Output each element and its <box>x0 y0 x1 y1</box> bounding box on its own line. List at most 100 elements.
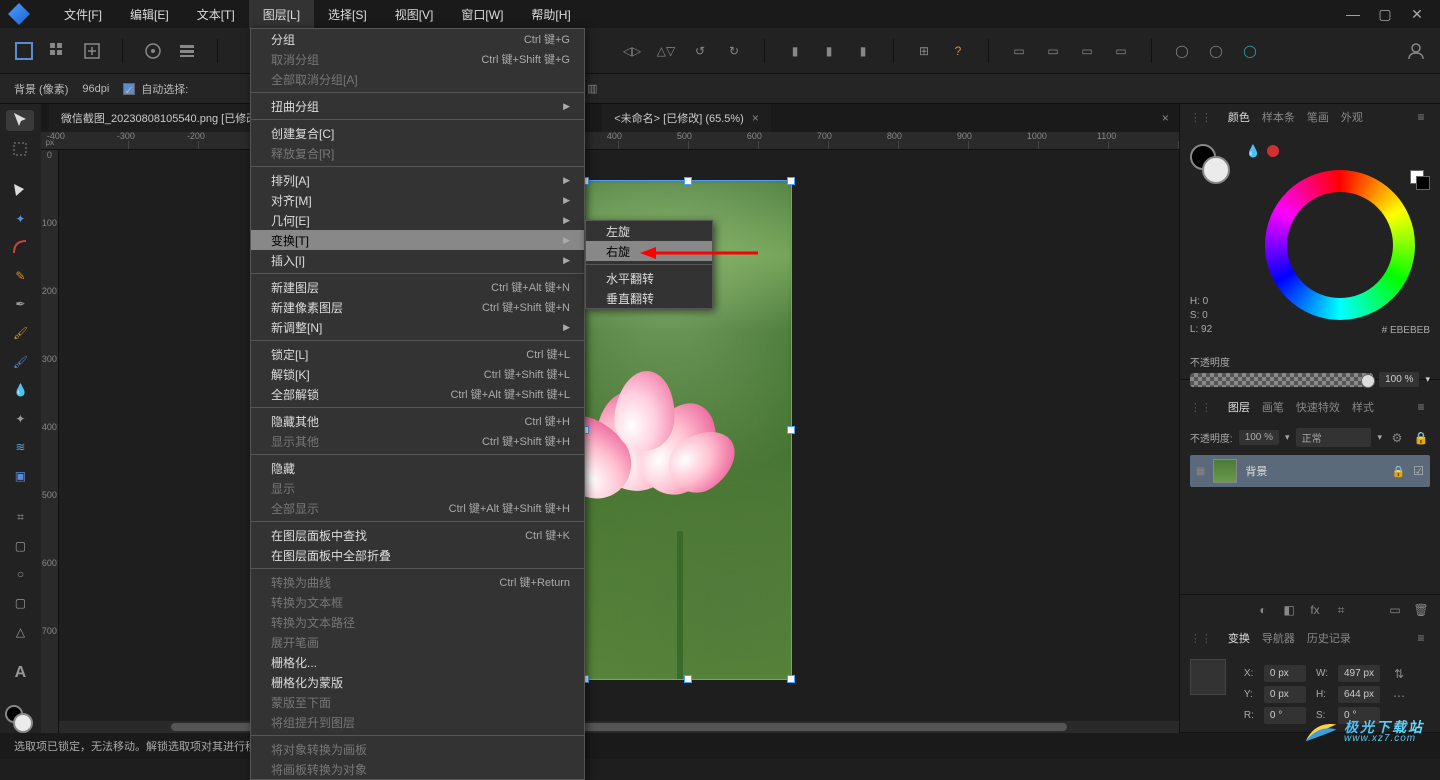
link-dims-icon[interactable]: ⇅ <box>1390 665 1408 683</box>
layer-visibility-icon[interactable]: ☑ <box>1413 464 1424 478</box>
menu-view[interactable]: 视图[V] <box>381 0 448 29</box>
tab-layers[interactable]: 图层 <box>1228 399 1250 415</box>
grip-icon[interactable]: ⋮⋮ <box>1190 632 1212 645</box>
grip-icon[interactable]: ⋮⋮ <box>1190 111 1212 124</box>
tab-effects[interactable]: 快速特效 <box>1296 399 1340 415</box>
tab-swatches[interactable]: 样本条 <box>1262 109 1295 125</box>
menu-row[interactable]: 新建像素图层Ctrl 键+Shift 键+N <box>251 297 584 317</box>
gear-icon[interactable]: ⚙ <box>1388 429 1406 447</box>
place-image-icon[interactable]: ▣ <box>6 466 34 487</box>
rotate-cw-icon[interactable]: ↻ <box>722 39 746 63</box>
layer-lock-icon[interactable]: 🔒 <box>1392 465 1406 478</box>
w-value[interactable]: 497 px <box>1338 665 1380 682</box>
submenu-row[interactable]: 垂直翻转 <box>586 288 712 308</box>
menu-row[interactable]: 栅格化为蒙版 <box>251 672 584 692</box>
resize-handle[interactable] <box>787 177 795 185</box>
align-left-icon[interactable]: ▮ <box>783 39 807 63</box>
move-tool-icon[interactable] <box>6 110 34 131</box>
mask-icon[interactable]: ◐ <box>1254 601 1272 619</box>
rounded-rect-icon[interactable]: ▢ <box>6 593 34 614</box>
menu-row[interactable]: 栅格化... <box>251 652 584 672</box>
menu-row[interactable]: 变换[T]▶ <box>251 230 584 250</box>
menu-text[interactable]: 文本[T] <box>183 0 249 29</box>
menu-row[interactable]: 锁定[L]Ctrl 键+L <box>251 344 584 364</box>
close-icon[interactable]: ✕ <box>1410 7 1424 21</box>
resize-handle[interactable] <box>787 426 795 434</box>
menu-row[interactable]: 对齐[M]▶ <box>251 190 584 210</box>
menu-row[interactable]: 在图层面板中全部折叠 <box>251 545 584 565</box>
tab-styles[interactable]: 样式 <box>1352 399 1374 415</box>
anchor-selector[interactable] <box>1190 659 1226 695</box>
doc-setup-icon[interactable] <box>141 39 165 63</box>
persona-design-icon[interactable] <box>12 39 36 63</box>
menu-help[interactable]: 帮助[H] <box>517 0 584 29</box>
y-value[interactable]: 0 px <box>1264 686 1306 703</box>
account-icon[interactable] <box>1404 39 1428 63</box>
dropdown-icon[interactable]: ▾ <box>1377 432 1382 443</box>
tabs-close-all-icon[interactable]: × <box>1162 111 1179 125</box>
r-value[interactable]: 0 ° <box>1264 707 1306 724</box>
ctx-auto-select[interactable]: ✓ 自动选择: <box>123 81 188 97</box>
panel-menu-icon[interactable]: ≡ <box>1412 398 1430 416</box>
boolean-intersect-icon[interactable]: ◯ <box>1238 39 1262 63</box>
pencil-tool-icon[interactable]: ✎ <box>6 265 34 286</box>
artboard-tool-icon[interactable] <box>6 139 34 160</box>
tab-transform[interactable]: 变换 <box>1228 630 1250 646</box>
persona-pixel-icon[interactable] <box>46 39 70 63</box>
align-center-icon[interactable]: ▮ <box>817 39 841 63</box>
menu-row[interactable]: 创建复合[C] <box>251 123 584 143</box>
ctx-dpi[interactable]: 96dpi <box>82 83 109 95</box>
menu-window[interactable]: 窗口[W] <box>447 0 517 29</box>
menu-row[interactable]: 隐藏其他Ctrl 键+H <box>251 411 584 431</box>
h-value[interactable]: 644 px <box>1338 686 1380 703</box>
menu-select[interactable]: 选择[S] <box>314 0 381 29</box>
resize-handle[interactable] <box>684 675 692 683</box>
fx-icon[interactable]: fx <box>1306 601 1324 619</box>
crop-tool-icon[interactable]: ⌗ <box>6 507 34 528</box>
menu-row[interactable]: 解锁[K]Ctrl 键+Shift 键+L <box>251 364 584 384</box>
adjust-icon[interactable]: ◧ <box>1280 601 1298 619</box>
x-value[interactable]: 0 px <box>1264 665 1306 682</box>
menu-row[interactable]: 在图层面板中查找Ctrl 键+K <box>251 525 584 545</box>
tab-close-icon[interactable]: × <box>752 111 759 125</box>
tab-history[interactable]: 历史记录 <box>1307 630 1351 646</box>
tab-stroke[interactable]: 笔画 <box>1307 109 1329 125</box>
tab-color[interactable]: 颜色 <box>1228 109 1250 125</box>
minimize-icon[interactable]: — <box>1346 7 1360 21</box>
resize-handle[interactable] <box>684 177 692 185</box>
ellipse-tool-icon[interactable]: ○ <box>6 564 34 585</box>
snapping-icon[interactable]: ⊞ <box>912 39 936 63</box>
document-tab[interactable]: 微信截图_20230808105540.png [已修改] <box>49 104 272 132</box>
blend-mode-select[interactable]: 正常 <box>1296 428 1372 447</box>
menu-row[interactable]: 几何[E]▶ <box>251 210 584 230</box>
triangle-tool-icon[interactable]: △ <box>6 621 34 642</box>
order-backward-icon[interactable]: ▭ <box>1041 39 1065 63</box>
paint-brush-icon[interactable]: 🖌 <box>6 351 34 372</box>
add-layer-icon[interactable]: ▭ <box>1386 601 1404 619</box>
crop-icon[interactable]: ⌗ <box>1332 601 1350 619</box>
order-front-icon[interactable]: ▭ <box>1109 39 1133 63</box>
hex-readout[interactable]: # EBEBEB <box>1382 325 1430 336</box>
align-right-icon[interactable]: ▮ <box>851 39 875 63</box>
pen-tool-icon[interactable]: ✒ <box>6 294 34 315</box>
menu-file[interactable]: 文件[F] <box>50 0 116 29</box>
more-icon[interactable]: ⋯ <box>1390 687 1408 705</box>
menu-edit[interactable]: 编辑[E] <box>116 0 183 29</box>
dropdown-icon[interactable]: ▾ <box>1425 374 1430 385</box>
delete-layer-icon[interactable]: 🗑 <box>1412 601 1430 619</box>
maximize-icon[interactable]: ▢ <box>1378 7 1392 21</box>
panel-menu-icon[interactable]: ≡ <box>1412 629 1430 647</box>
submenu-row[interactable]: 左旋 <box>586 221 712 241</box>
submenu-row[interactable]: 右旋 <box>586 241 712 261</box>
flip-v-icon[interactable]: △▽ <box>654 39 678 63</box>
menu-row[interactable]: 分组Ctrl 键+G <box>251 29 584 49</box>
text-tool-icon[interactable]: A <box>6 662 34 683</box>
panel-menu-icon[interactable]: ≡ <box>1412 108 1430 126</box>
boolean-subtract-icon[interactable]: ◯ <box>1204 39 1228 63</box>
boolean-add-icon[interactable]: ◯ <box>1170 39 1194 63</box>
brush-tool-icon[interactable]: 🖌 <box>6 323 34 344</box>
persona-export-icon[interactable] <box>80 39 104 63</box>
tab-appearance[interactable]: 外观 <box>1341 109 1363 125</box>
checker-icon[interactable]: ▦ <box>1196 466 1205 477</box>
color-swatches[interactable] <box>5 705 35 727</box>
